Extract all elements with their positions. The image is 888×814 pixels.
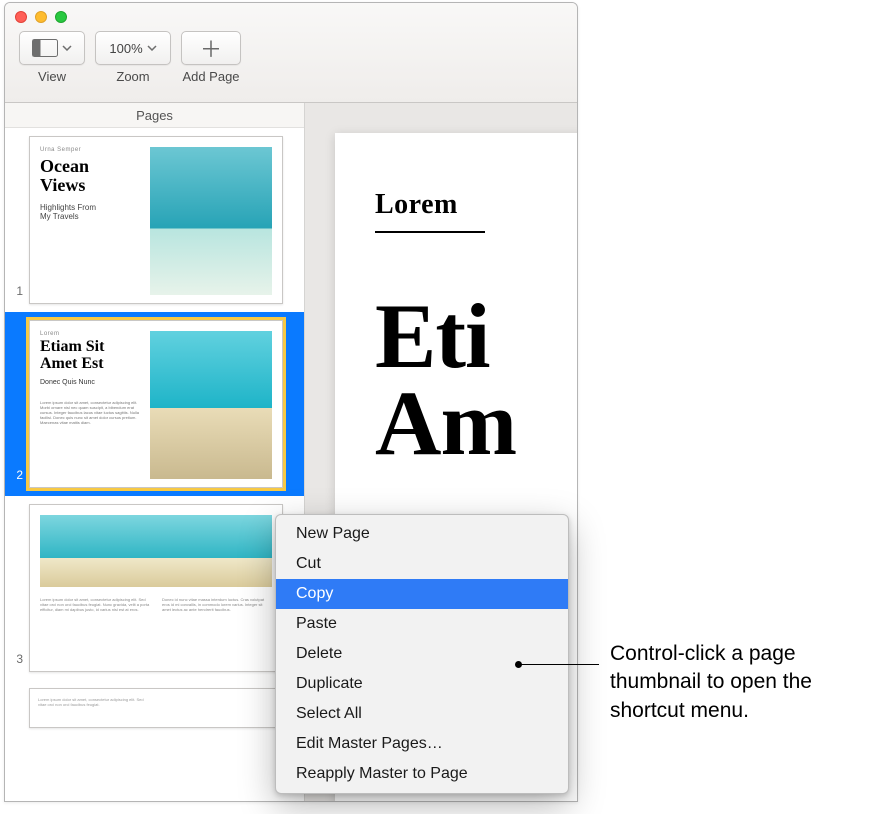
menu-item-reapply-master[interactable]: Reapply Master to Page xyxy=(276,759,568,789)
page-thumbnail[interactable]: Lorem ipsum dolor sit amet, consectetur … xyxy=(29,688,283,728)
menu-item-copy[interactable]: Copy xyxy=(276,579,568,609)
zoom-label: Zoom xyxy=(95,69,171,84)
context-menu: New Page Cut Copy Paste Delete Duplicate… xyxy=(275,514,569,794)
zoom-dropdown[interactable]: 100% xyxy=(95,31,171,65)
sidebar-header: Pages xyxy=(5,103,304,128)
minimize-icon[interactable] xyxy=(35,11,47,23)
window-controls xyxy=(15,11,67,23)
page-thumbnail-row[interactable]: Lorem ipsum dolor sit amet, consectetur … xyxy=(5,680,304,736)
thumbnail-list: 1 Urna Semper OceanViews Highlights From… xyxy=(5,128,304,801)
callout-leader-line xyxy=(519,664,599,665)
thumb-body-text: Lorem ipsum dolor sit amet, consectetur … xyxy=(40,597,272,661)
page-thumbnail-row[interactable]: 1 Urna Semper OceanViews Highlights From… xyxy=(5,128,304,312)
menu-item-paste[interactable]: Paste xyxy=(276,609,568,639)
page-thumbnail[interactable]: Lorem ipsum dolor sit amet, consectetur … xyxy=(29,504,283,672)
add-page-label: Add Page xyxy=(181,69,241,84)
page-rule xyxy=(375,231,485,233)
sidebar-layout-icon xyxy=(32,39,58,57)
thumb-body-text: Lorem ipsum dolor sit amet, consectetur … xyxy=(40,400,144,462)
add-page-button[interactable]: ＋ xyxy=(181,31,241,65)
menu-item-select-all[interactable]: Select All xyxy=(276,699,568,729)
toolbar: View 100% Zoom ＋ Add Page xyxy=(19,31,241,84)
page-number xyxy=(11,722,23,728)
chevron-down-icon xyxy=(147,45,157,51)
menu-item-cut[interactable]: Cut xyxy=(276,549,568,579)
thumb-image xyxy=(150,147,272,295)
page-number: 1 xyxy=(11,284,23,304)
page-number: 2 xyxy=(11,468,23,488)
page-thumbnail-row-selected[interactable]: 2 Lorem Etiam SitAmet Est Donec Quis Nun… xyxy=(5,312,304,496)
callout-text: Control-click a page thumbnail to open t… xyxy=(610,640,880,725)
chevron-down-icon xyxy=(62,45,72,51)
menu-item-edit-master[interactable]: Edit Master Pages… xyxy=(276,729,568,759)
pages-sidebar: Pages 1 Urna Semper OceanViews Highlight… xyxy=(5,103,305,801)
thumb-body-text: Lorem ipsum dolor sit amet, consectetur … xyxy=(38,697,274,719)
view-label: View xyxy=(19,69,85,84)
zoom-value: 100% xyxy=(109,41,142,56)
view-button[interactable] xyxy=(19,31,85,65)
page-number: 3 xyxy=(11,652,23,672)
titlebar: View 100% Zoom ＋ Add Page xyxy=(5,3,577,103)
page-heading-large: EtiAm xyxy=(375,293,577,468)
plus-icon: ＋ xyxy=(200,32,222,64)
menu-item-new-page[interactable]: New Page xyxy=(276,519,568,549)
page-thumbnail[interactable]: Urna Semper OceanViews Highlights From M… xyxy=(29,136,283,304)
close-icon[interactable] xyxy=(15,11,27,23)
page-thumbnail[interactable]: Lorem Etiam SitAmet Est Donec Quis Nunc … xyxy=(29,320,283,488)
thumb-image xyxy=(150,331,272,479)
page-heading-small: Lorem xyxy=(375,189,577,221)
thumb-image xyxy=(40,515,272,587)
zoom-window-icon[interactable] xyxy=(55,11,67,23)
menu-item-duplicate[interactable]: Duplicate xyxy=(276,669,568,699)
page-thumbnail-row[interactable]: 3 Lorem ipsum dolor sit amet, consectetu… xyxy=(5,496,304,680)
